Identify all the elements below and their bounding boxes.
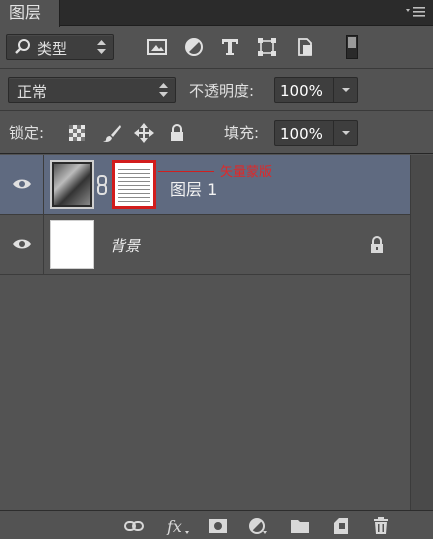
- opacity-dropdown-button[interactable]: [333, 78, 357, 102]
- fill-dropdown-button[interactable]: [333, 121, 357, 145]
- blend-mode-label: 正常: [17, 83, 48, 101]
- lock-image-pixels-brush-icon[interactable]: [102, 123, 122, 143]
- visibility-toggle[interactable]: [0, 155, 44, 215]
- blend-row: 正常 不透明度: 100%: [0, 70, 433, 111]
- filter-shape-layers-icon[interactable]: [256, 36, 278, 58]
- filter-toggle-switch[interactable]: [346, 35, 358, 59]
- opacity-value: 100%: [280, 82, 323, 100]
- updown-arrows-icon: [97, 40, 106, 54]
- new-adjustment-layer-icon[interactable]: [248, 517, 268, 535]
- search-icon: [15, 39, 30, 54]
- filter-kind-select[interactable]: 类型: [6, 34, 114, 60]
- fill-value: 100%: [280, 125, 323, 143]
- new-group-folder-icon[interactable]: [290, 517, 310, 535]
- filter-smart-objects-icon[interactable]: [294, 36, 316, 58]
- lock-transparent-pixels-icon[interactable]: [67, 123, 87, 143]
- fill-field[interactable]: 100%: [274, 120, 358, 146]
- updown-arrows-icon: [159, 83, 168, 97]
- layers-panel: 图层 类型 正常 不透明度: 100% 锁定: 填充: 100% 矢量蒙版 图层…: [0, 0, 433, 539]
- layer-name[interactable]: 图层 1: [170, 176, 217, 200]
- filter-kind-label: 类型: [37, 40, 68, 58]
- panel-tab-bar: 图层: [0, 0, 433, 27]
- eye-icon: [13, 239, 31, 249]
- layer-thumbnail[interactable]: [50, 220, 94, 269]
- layer-style-fx-icon[interactable]: fx: [166, 517, 190, 535]
- lock-all-icon[interactable]: [167, 123, 187, 143]
- filter-row: 类型: [0, 27, 433, 69]
- panel-menu-icon[interactable]: [405, 5, 427, 19]
- layers-list: 矢量蒙版 图层 1 背景: [0, 155, 410, 510]
- layer-thumbnail[interactable]: [50, 160, 94, 209]
- opacity-label: 不透明度:: [189, 82, 255, 100]
- lock-row: 锁定: 填充: 100%: [0, 112, 433, 154]
- eye-icon: [13, 179, 31, 189]
- visibility-toggle[interactable]: [0, 215, 44, 275]
- filter-pixel-layers-icon[interactable]: [146, 36, 168, 58]
- annotation-label: 矢量蒙版: [220, 165, 273, 180]
- tab-layers[interactable]: 图层: [0, 0, 60, 27]
- photo-thumbnail-image: [54, 164, 90, 205]
- layer-name[interactable]: 背景: [110, 235, 140, 256]
- svg-text:fx: fx: [166, 517, 182, 535]
- lock-label: 锁定:: [9, 124, 45, 142]
- layers-bottom-toolbar: fx: [0, 510, 433, 539]
- opacity-field[interactable]: 100%: [274, 77, 358, 103]
- fill-label: 填充:: [224, 124, 260, 142]
- annotation-pointer-line: [158, 171, 214, 172]
- vector-mask-thumbnail[interactable]: [112, 160, 156, 209]
- delete-layer-trash-icon[interactable]: [371, 517, 391, 535]
- link-layers-icon[interactable]: [124, 517, 144, 535]
- new-layer-icon[interactable]: [331, 517, 351, 535]
- add-layer-mask-icon[interactable]: [208, 517, 228, 535]
- blend-mode-select[interactable]: 正常: [8, 77, 176, 103]
- lock-position-move-icon[interactable]: [134, 123, 154, 143]
- filter-adjustment-layers-icon[interactable]: [183, 36, 205, 58]
- layer-row[interactable]: 矢量蒙版 图层 1: [0, 155, 410, 215]
- lock-icon: [371, 236, 383, 253]
- filter-type-layers-icon[interactable]: [219, 36, 241, 58]
- layers-scrollbar[interactable]: [410, 155, 433, 510]
- mask-lines: [118, 166, 150, 203]
- layer-row[interactable]: 背景: [0, 215, 410, 275]
- link-chain-icon[interactable]: [96, 175, 108, 195]
